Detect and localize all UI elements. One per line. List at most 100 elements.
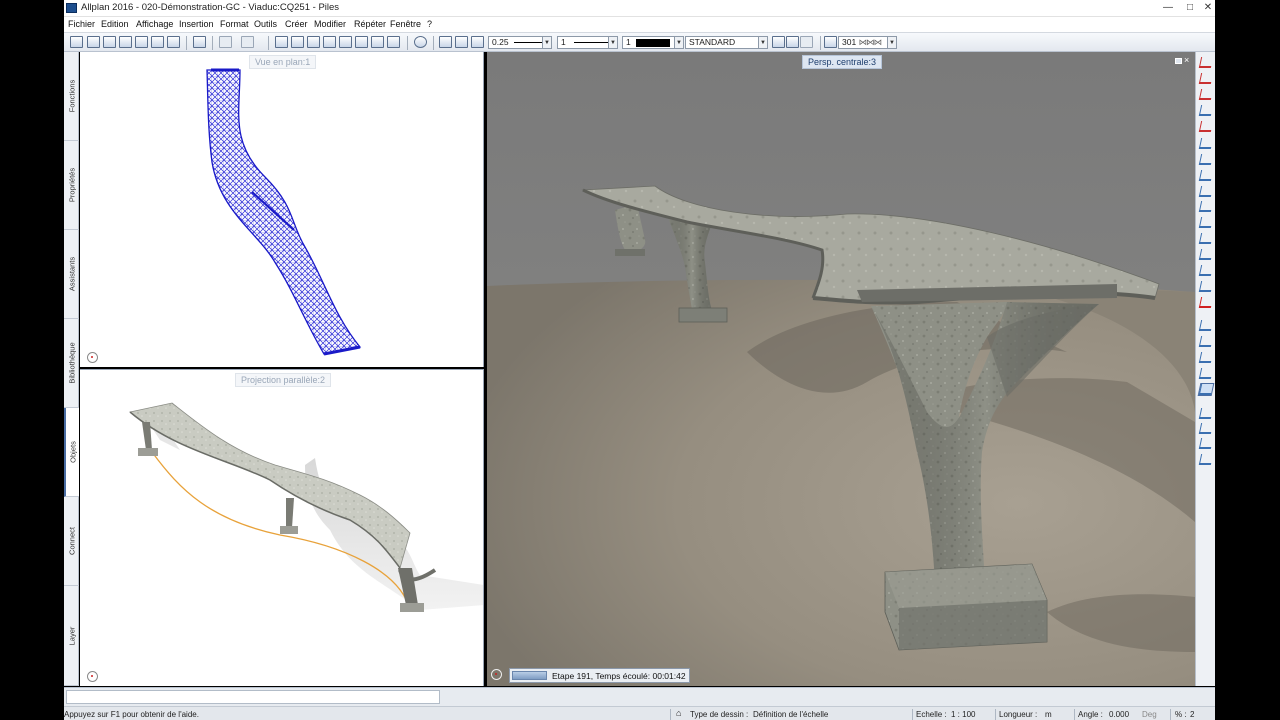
status-separator xyxy=(995,709,996,720)
tab-label: Connect xyxy=(67,527,76,555)
command-input[interactable] xyxy=(66,690,440,704)
drawing-files-icon[interactable] xyxy=(103,36,116,48)
line-type-dropdown-icon[interactable]: ▼ xyxy=(609,36,618,49)
viewport-icon[interactable] xyxy=(371,36,384,48)
menu-outils[interactable]: Outils xyxy=(254,19,277,29)
compass-icon[interactable] xyxy=(87,671,98,682)
table-icon[interactable] xyxy=(291,36,304,48)
layer-settings-icon[interactable] xyxy=(786,36,799,48)
layer-dropdown-icon[interactable]: ▼ xyxy=(759,36,768,49)
table-icon[interactable] xyxy=(1198,217,1214,228)
dimension-line-icon[interactable] xyxy=(275,36,288,48)
modify-icon[interactable] xyxy=(1198,265,1214,276)
angle-icon[interactable] xyxy=(1198,352,1214,363)
mirror-icon[interactable] xyxy=(1198,138,1214,149)
menu-fenetre[interactable]: Fenêtre xyxy=(390,19,421,29)
color-dropdown-icon[interactable]: ▼ xyxy=(675,36,684,49)
tab-connect[interactable]: Connect xyxy=(64,497,79,586)
redo-icon[interactable] xyxy=(241,36,254,48)
pipette-icon[interactable] xyxy=(471,36,484,48)
scale-value[interactable]: 1 : 100 xyxy=(951,710,975,719)
line-type-select[interactable]: 1 xyxy=(557,36,609,49)
open-project-icon[interactable] xyxy=(70,36,83,48)
mirror-2-icon[interactable] xyxy=(1198,154,1214,165)
menu-affichage[interactable]: Affichage xyxy=(136,19,173,29)
filter-icon[interactable] xyxy=(1198,438,1214,449)
angle-value[interactable]: 0.000 xyxy=(1109,710,1129,719)
undo-icon[interactable] xyxy=(219,36,232,48)
cut-icon[interactable] xyxy=(151,36,164,48)
viewport-parallel[interactable]: Projection parallèle:2 xyxy=(80,369,484,686)
format-painter-icon[interactable] xyxy=(439,36,452,48)
calculator-icon[interactable] xyxy=(87,36,100,48)
compass-icon[interactable] xyxy=(491,669,502,680)
window-icon[interactable] xyxy=(1198,281,1214,292)
menu-repeter[interactable]: Répéter xyxy=(354,19,386,29)
layer-off-icon[interactable] xyxy=(800,36,813,48)
tab-proprietes[interactable]: Propriétés xyxy=(64,141,79,230)
tab-layer[interactable]: Layer xyxy=(64,586,79,686)
minimize-button[interactable]: — xyxy=(1157,0,1179,16)
parallel-bridge-drawing xyxy=(129,402,483,612)
menu-edition[interactable]: Edition xyxy=(101,19,129,29)
column-icon[interactable] xyxy=(1198,105,1214,116)
hatch-icon[interactable] xyxy=(1198,336,1214,347)
tab-assistants[interactable]: Assistants xyxy=(64,230,79,319)
filter-2-icon[interactable] xyxy=(1198,454,1214,465)
pen-icon[interactable] xyxy=(455,36,468,48)
pen-thickness-dropdown-icon[interactable]: ▼ xyxy=(543,36,552,49)
stretch-icon[interactable] xyxy=(1198,201,1214,212)
select-icon[interactable] xyxy=(1198,408,1214,419)
tab-bibliotheque[interactable]: Bibliothèque xyxy=(64,319,79,408)
zoom-icon[interactable] xyxy=(414,36,427,48)
tab-objets[interactable]: Objets xyxy=(64,408,79,497)
pencil-icon[interactable] xyxy=(1198,57,1214,68)
delete-icon[interactable] xyxy=(1198,297,1214,308)
paste-icon[interactable] xyxy=(193,36,206,48)
pattern-icon[interactable] xyxy=(824,36,837,48)
compass-icon[interactable] xyxy=(87,352,98,363)
color-select[interactable]: 1 xyxy=(622,36,675,49)
copy-icon[interactable] xyxy=(1198,170,1214,181)
save-icon[interactable] xyxy=(135,36,148,48)
hatch-select[interactable]: 301 ⋈⋈⋈ xyxy=(838,36,888,49)
percent-value: 2 xyxy=(1190,710,1195,719)
viewport-plan[interactable]: Vue en plan:1 xyxy=(80,52,484,367)
angle-unit: Deg xyxy=(1142,710,1157,719)
hatch-dropdown-icon[interactable]: ▼ xyxy=(888,36,897,49)
menu-fichier[interactable]: Fichier xyxy=(68,19,95,29)
3d-cube-icon[interactable] xyxy=(387,36,400,48)
close-viewport-icon[interactable]: × xyxy=(1184,55,1189,65)
pen-arrow-icon[interactable] xyxy=(1198,121,1214,132)
table-2-icon[interactable] xyxy=(1198,233,1214,244)
sigma-icon[interactable] xyxy=(1198,423,1214,434)
restore-viewport-icon[interactable] xyxy=(1175,58,1182,64)
measure-icon[interactable] xyxy=(1197,383,1215,396)
copy-icon[interactable] xyxy=(167,36,180,48)
layers-icon[interactable] xyxy=(1198,249,1214,260)
menu-creer[interactable]: Créer xyxy=(285,19,308,29)
pencil-2-icon[interactable] xyxy=(1198,320,1214,331)
pen-red-icon[interactable] xyxy=(1198,89,1214,100)
rotate-icon[interactable] xyxy=(1198,368,1214,379)
windows-icon[interactable] xyxy=(355,36,368,48)
toolbar-separator xyxy=(433,36,434,50)
tab-fonctions[interactable]: Fonctions xyxy=(64,52,79,141)
network-icon[interactable] xyxy=(307,36,320,48)
layer-select[interactable]: STANDARD xyxy=(685,36,759,49)
pen-thickness-select[interactable]: 0.25 xyxy=(488,36,543,49)
viewport-perspective[interactable]: Persp. centrale:3 × xyxy=(487,52,1195,686)
move-icon[interactable] xyxy=(1198,186,1214,197)
drawing-type-value[interactable]: Définition de l'échelle xyxy=(753,710,828,719)
tools-icon[interactable] xyxy=(323,36,336,48)
menu-help[interactable]: ? xyxy=(427,19,432,29)
layer-sync-icon[interactable] xyxy=(772,36,785,48)
length-unit[interactable]: m xyxy=(1045,710,1052,719)
menu-format[interactable]: Format xyxy=(220,19,249,29)
menu-insertion[interactable]: Insertion xyxy=(179,19,214,29)
pencil-red-icon[interactable] xyxy=(1198,73,1214,84)
print-icon[interactable] xyxy=(119,36,132,48)
menu-modifier[interactable]: Modifier xyxy=(314,19,346,29)
frame-icon[interactable] xyxy=(339,36,352,48)
close-button[interactable]: ✕ xyxy=(1197,0,1219,16)
